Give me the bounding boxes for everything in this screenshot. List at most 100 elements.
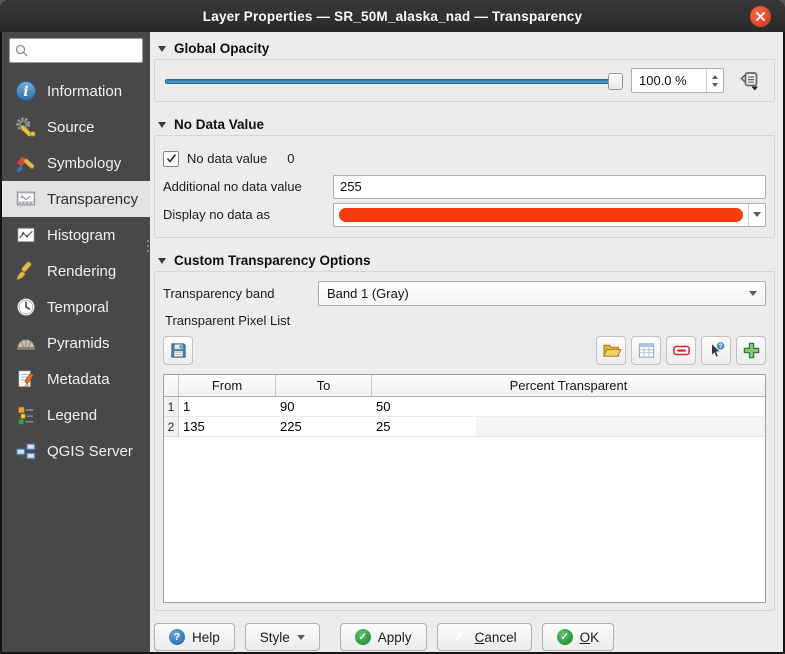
paintbrush-colors-icon — [14, 151, 38, 175]
cell-to[interactable]: 90 — [276, 397, 372, 417]
table-row: 2 135 225 25 — [164, 417, 765, 437]
row-filler — [476, 397, 765, 417]
sidebar-item-label: Temporal — [47, 299, 109, 316]
custom-transparency-header[interactable]: Custom Transparency Options — [154, 248, 775, 271]
pointer-question-icon: ? — [707, 341, 726, 360]
transparency-band-select[interactable]: Band 1 (Gray) — [318, 281, 766, 306]
search-box[interactable] — [9, 38, 143, 63]
dialog-button-box: ? Help Style ✓ Apply ✗ Cancel ✓ — [154, 615, 775, 654]
cell-to[interactable]: 225 — [276, 417, 372, 437]
no-data-color-button[interactable] — [333, 203, 766, 227]
sidebar-item-temporal[interactable]: Temporal — [2, 289, 150, 325]
data-defined-override-button[interactable] — [732, 67, 766, 94]
section-title: Global Opacity — [174, 41, 269, 56]
dialog-content: i Information Source — [2, 32, 783, 652]
sidebar-item-transparency[interactable]: Transparency — [2, 181, 150, 217]
export-to-file-button[interactable] — [163, 336, 193, 365]
minus-icon — [672, 341, 691, 360]
spin-up-icon[interactable] — [712, 75, 718, 79]
sidebar-item-legend[interactable]: Legend — [2, 397, 150, 433]
add-row-button[interactable] — [736, 336, 766, 365]
display-no-data-label: Display no data as — [163, 207, 333, 222]
svg-text:?: ? — [718, 343, 722, 350]
row-number[interactable]: 1 — [164, 397, 179, 417]
sidebar-item-label: Histogram — [47, 227, 115, 244]
additional-no-data-input[interactable] — [333, 175, 766, 199]
column-header-from[interactable]: From — [179, 375, 276, 396]
search-input[interactable] — [32, 43, 137, 59]
no-data-checkbox-label: No data value — [187, 151, 267, 166]
style-button[interactable]: Style — [245, 623, 320, 651]
sidebar-item-histogram[interactable]: Histogram — [2, 217, 150, 253]
cell-from[interactable]: 1 — [179, 397, 276, 417]
cancel-button[interactable]: ✗ Cancel — [437, 623, 532, 651]
table-header-row: From To Percent Transparent — [164, 375, 765, 397]
sidebar-item-source[interactable]: Source — [2, 109, 150, 145]
additional-no-data-row: Additional no data value — [163, 174, 766, 199]
collapse-arrow-icon — [158, 258, 166, 264]
transparent-pixel-table: From To Percent Transparent 1 1 90 50 2 … — [163, 374, 766, 603]
window-title: Layer Properties — SR_50M_alaska_nad — T… — [203, 9, 582, 24]
help-label: Help — [192, 630, 220, 645]
ok-label: OK — [580, 630, 600, 645]
sidebar-splitter[interactable] — [147, 240, 149, 252]
slider-handle[interactable] — [608, 73, 623, 90]
cell-from[interactable]: 135 — [179, 417, 276, 437]
cell-percent[interactable]: 50 — [372, 397, 476, 417]
close-button[interactable] — [750, 6, 771, 27]
sidebar-item-label: Pyramids — [47, 335, 110, 352]
sidebar-item-pyramids[interactable]: Pyramids — [2, 325, 150, 361]
transparency-band-row: Transparency band Band 1 (Gray) — [163, 281, 766, 306]
no-data-checkbox[interactable] — [163, 151, 179, 167]
pick-from-map-button[interactable]: ? — [701, 336, 731, 365]
ok-button[interactable]: ✓ OK — [542, 623, 615, 651]
sidebar-item-qgis-server[interactable]: QGIS Server — [2, 433, 150, 469]
color-dropdown-button[interactable] — [748, 204, 765, 226]
row-filler — [476, 417, 765, 437]
column-header-percent[interactable]: Percent Transparent — [372, 375, 765, 396]
global-opacity-header[interactable]: Global Opacity — [154, 36, 775, 59]
legend-icon — [14, 403, 38, 427]
help-icon: ? — [169, 629, 185, 645]
no-data-color-swatch — [339, 208, 743, 222]
help-button[interactable]: ? Help — [154, 623, 235, 651]
default-values-button[interactable] — [631, 336, 661, 365]
no-data-value-header[interactable]: No Data Value — [154, 112, 775, 135]
remove-row-button[interactable] — [666, 336, 696, 365]
global-opacity-body: 100.0 % — [154, 59, 775, 102]
sidebar: i Information Source — [2, 32, 150, 652]
apply-button[interactable]: ✓ Apply — [340, 623, 427, 651]
sidebar-item-metadata[interactable]: Metadata — [2, 361, 150, 397]
sidebar-item-information[interactable]: i Information — [2, 73, 150, 109]
spin-down-icon[interactable] — [712, 83, 718, 87]
metadata-page-icon — [14, 367, 38, 391]
close-icon — [755, 11, 766, 22]
import-from-file-button[interactable] — [596, 336, 626, 365]
open-folder-icon — [602, 341, 621, 360]
row-number[interactable]: 2 — [164, 417, 179, 437]
apply-check-icon: ✓ — [355, 629, 371, 645]
slider-track[interactable] — [165, 79, 621, 84]
sidebar-item-rendering[interactable]: Rendering — [2, 253, 150, 289]
additional-no-data-label: Additional no data value — [163, 179, 333, 194]
collapse-arrow-icon — [158, 46, 166, 52]
apply-label: Apply — [378, 630, 412, 645]
titlebar[interactable]: Layer Properties — SR_50M_alaska_nad — T… — [0, 0, 785, 32]
opacity-spinbox[interactable]: 100.0 % — [631, 68, 724, 93]
sidebar-item-label: QGIS Server — [47, 443, 133, 460]
clock-icon — [14, 295, 38, 319]
table-corner-cell[interactable] — [164, 375, 179, 396]
sidebar-item-label: Metadata — [47, 371, 110, 388]
sidebar-item-symbology[interactable]: Symbology — [2, 145, 150, 181]
cell-percent[interactable]: 25 — [372, 417, 476, 437]
chevron-down-icon — [749, 291, 757, 296]
table-icon — [637, 341, 656, 360]
sidebar-item-label: Transparency — [47, 191, 138, 208]
opacity-slider[interactable] — [163, 71, 623, 91]
sidebar-item-label: Legend — [47, 407, 97, 424]
sidebar-item-label: Rendering — [47, 263, 116, 280]
display-no-data-row: Display no data as — [163, 202, 766, 227]
section-title: No Data Value — [174, 117, 264, 132]
column-header-to[interactable]: To — [276, 375, 372, 396]
spinbox-arrows[interactable] — [706, 69, 723, 92]
